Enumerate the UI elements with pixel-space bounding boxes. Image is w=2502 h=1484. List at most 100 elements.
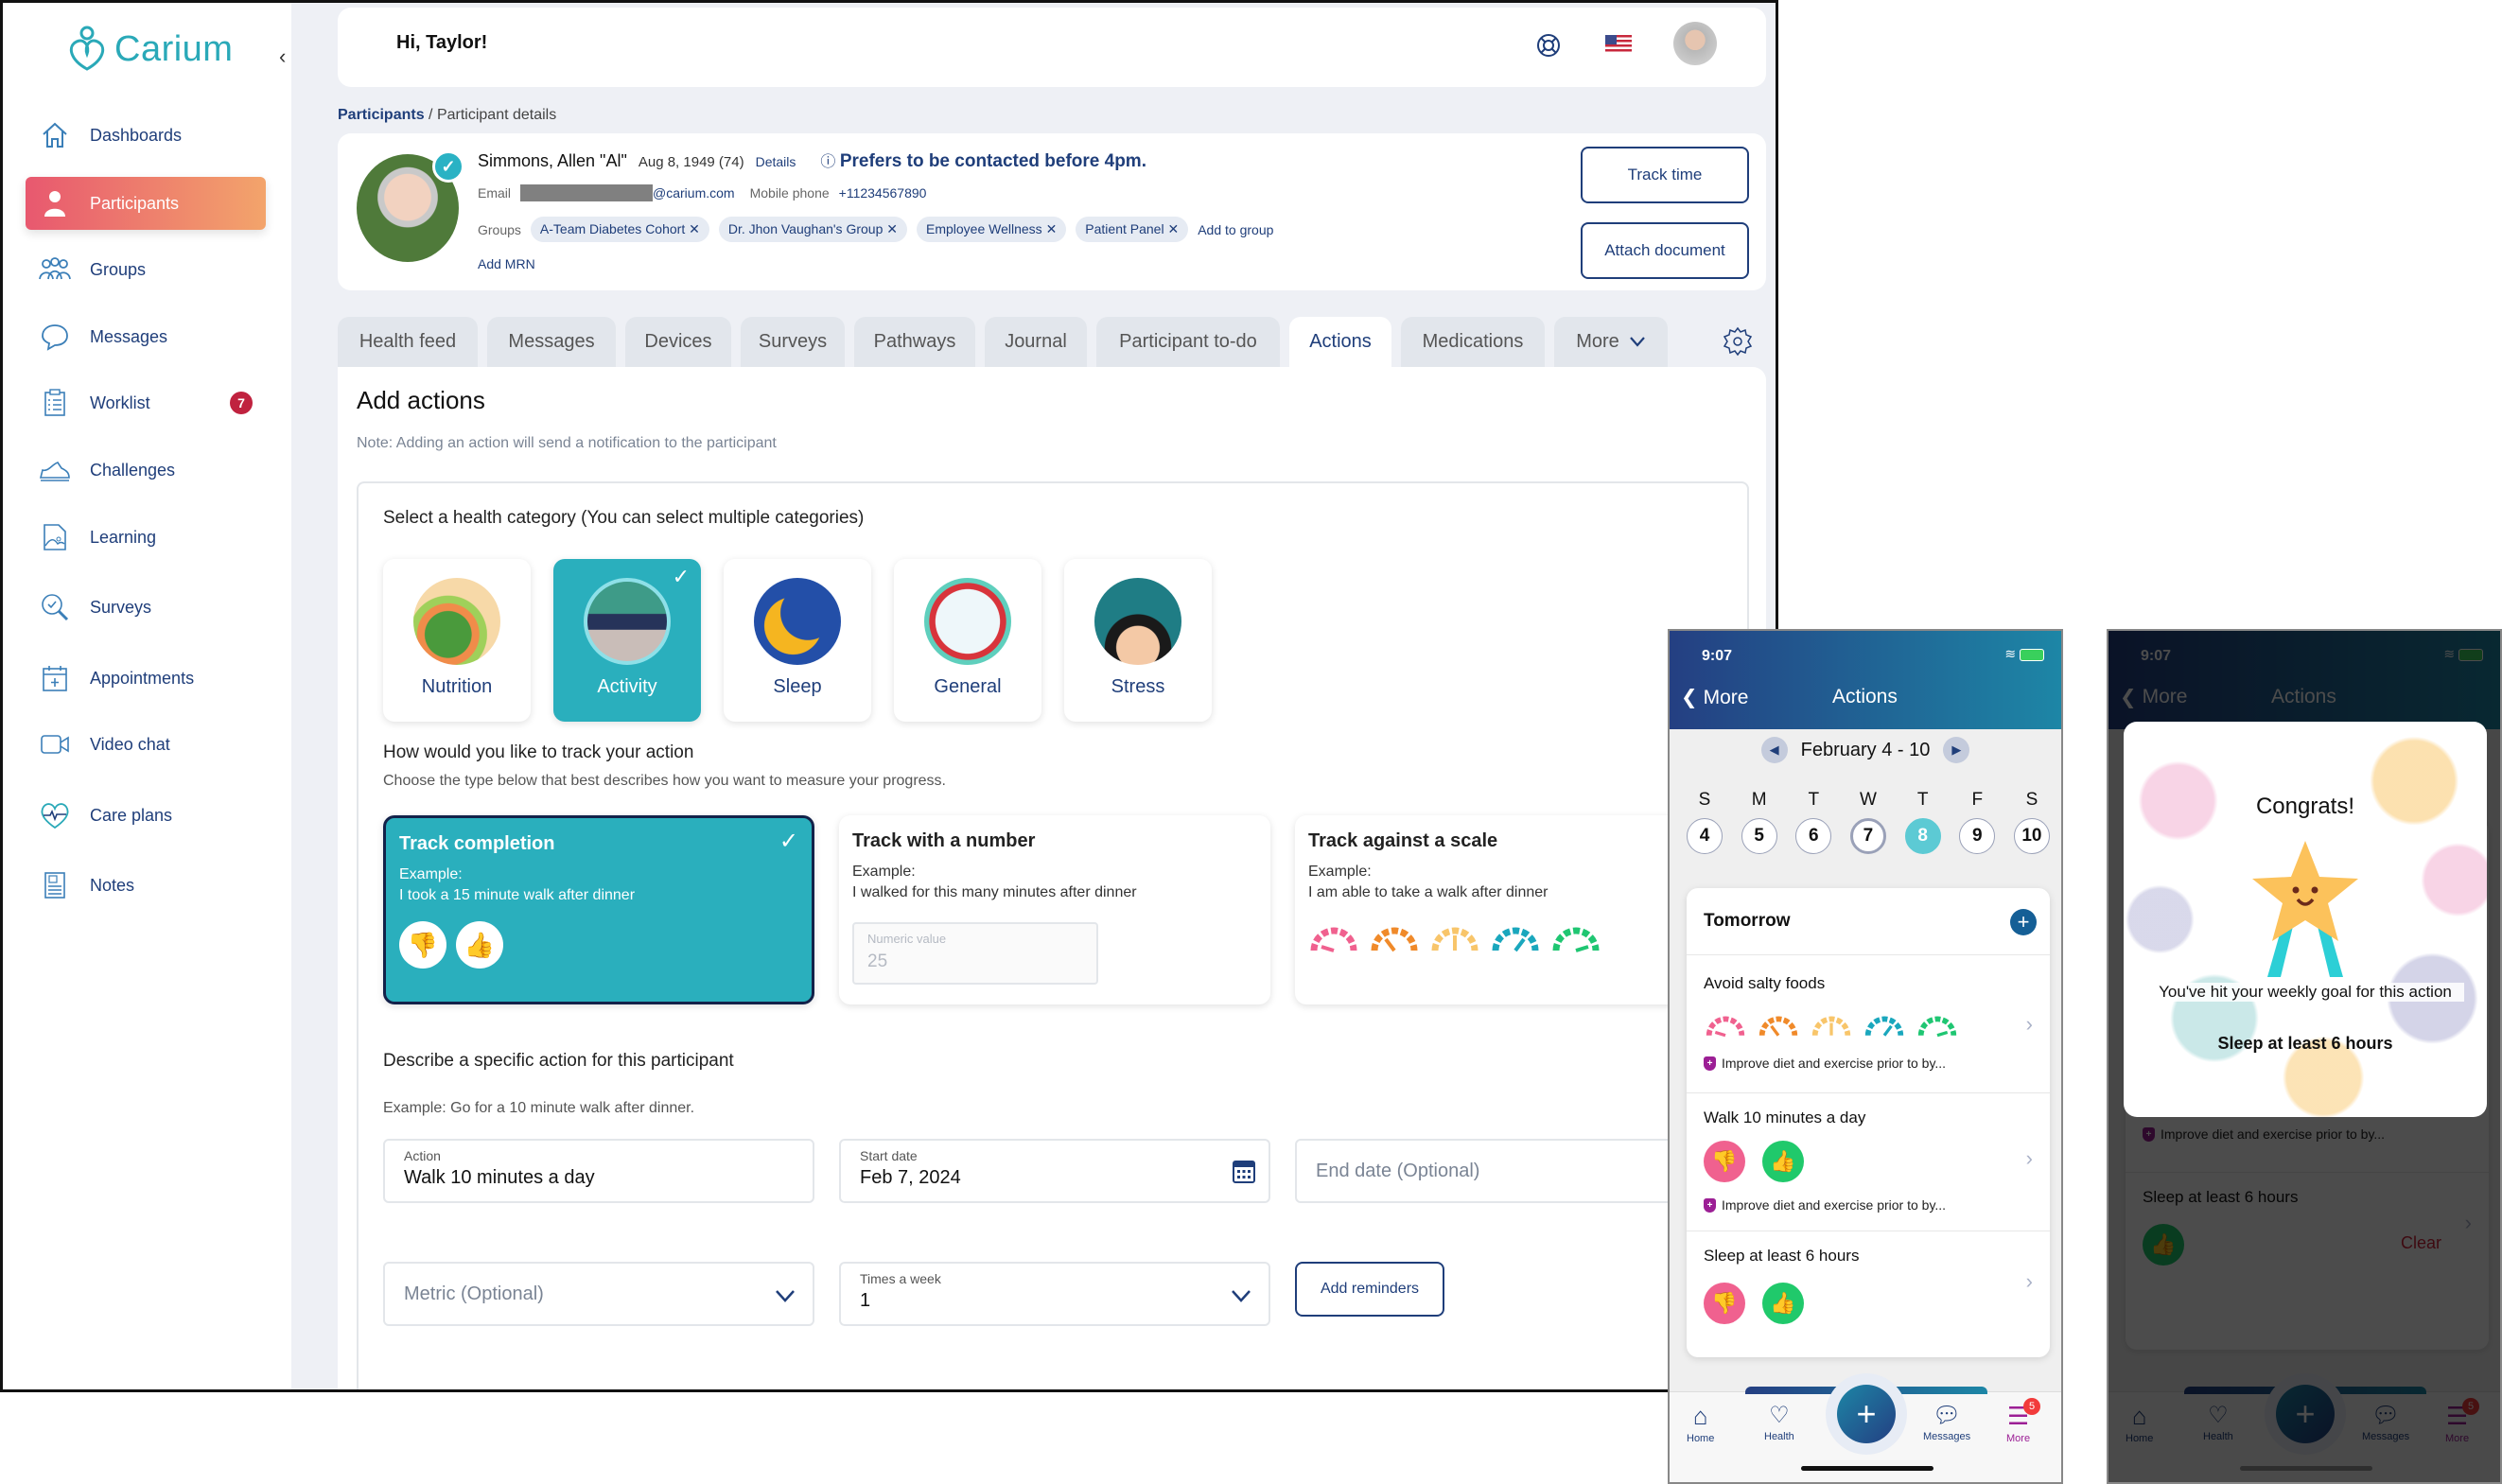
email-redacted <box>520 184 654 201</box>
add-actions-title: Add actions <box>357 386 485 414</box>
details-link[interactable]: Details <box>756 154 796 169</box>
sidebar-item-surveys[interactable]: Surveys <box>26 581 266 634</box>
carium-logo[interactable]: Carium <box>65 26 233 73</box>
tab-health[interactable]: ♡Health <box>1764 1402 1794 1442</box>
tab-more[interactable]: ☰More 5 <box>2006 1398 2040 1444</box>
chevron-down-icon <box>775 1286 796 1308</box>
thumbs-up-icon[interactable]: 👍 <box>1762 1141 1804 1182</box>
next-week-button[interactable]: ▶ <box>1943 737 1970 763</box>
tab-messages[interactable]: Messages <box>487 317 616 367</box>
category-sleep[interactable]: Sleep <box>724 559 871 722</box>
track-time-button[interactable]: Track time <box>1581 147 1749 203</box>
sidebar-item-video-chat[interactable]: Video chat <box>26 718 266 771</box>
tab-surveys[interactable]: Surveys <box>741 317 845 367</box>
note-icon <box>39 869 71 901</box>
category-label: Activity <box>597 676 657 697</box>
participant-header: Simmons, Allen "Al" Aug 8, 1949 (74) Det… <box>478 148 1146 172</box>
tab-home[interactable]: ⌂Home <box>1687 1402 1714 1444</box>
phone-label: Mobile phone <box>749 185 830 201</box>
sidebar-item-label: Video chat <box>90 734 170 754</box>
home-icon: ⌂ <box>1692 1402 1708 1430</box>
thumbs-up-icon[interactable]: 👍 <box>1762 1283 1804 1324</box>
tab-more[interactable]: More <box>1554 317 1668 367</box>
add-mrn-link[interactable]: Add MRN <box>478 256 535 271</box>
sidebar-item-worklist[interactable]: Worklist 7 <box>26 376 266 429</box>
track-number-option[interactable]: Track with a number Example: I walked fo… <box>839 815 1270 1004</box>
mobile-congrats-screen: 9:07 ≋ ❮More Actions 👍 Clear › +Improve … <box>2107 629 2502 1484</box>
sidebar-item-care-plans[interactable]: Care plans <box>26 789 266 842</box>
category-activity[interactable]: Activity ✓ <box>553 559 701 722</box>
tab-pathways[interactable]: Pathways <box>854 317 975 367</box>
remove-icon: ✕ <box>1045 221 1058 236</box>
track-heading: How would you like to track your action <box>383 742 694 762</box>
sidebar-item-messages[interactable]: Messages <box>26 310 266 363</box>
sidebar-item-dashboards[interactable]: Dashboards <box>26 109 266 162</box>
day-tuesday[interactable]: T6 <box>1795 790 1832 854</box>
us-flag-language-icon[interactable] <box>1605 35 1632 59</box>
track-completion-option[interactable]: Track completion Example: I took a 15 mi… <box>383 815 814 1004</box>
day-thursday[interactable]: T8 <box>1904 790 1941 854</box>
sidebar-item-label: Surveys <box>90 597 152 617</box>
attach-document-button[interactable]: Attach document <box>1581 222 1749 279</box>
sidebar-item-challenges[interactable]: Challenges <box>26 444 266 497</box>
sidebar-item-groups[interactable]: Groups <box>26 243 266 296</box>
remove-icon: ✕ <box>1167 221 1180 236</box>
tab-health-feed[interactable]: Health feed <box>338 317 478 367</box>
activity-illustration-icon <box>584 578 671 665</box>
tab-messages[interactable]: 💬︎Messages <box>1923 1402 1970 1442</box>
settings-gear-icon[interactable] <box>1723 326 1753 361</box>
tab-journal[interactable]: Journal <box>985 317 1087 367</box>
action-item-sleep[interactable]: Sleep at least 6 hours 👎 👍 › <box>1687 1231 2050 1340</box>
category-general[interactable]: General <box>894 559 1041 722</box>
congrats-action-name: Sleep at least 6 hours <box>2217 1034 2393 1053</box>
sidebar-item-label: Groups <box>90 259 147 279</box>
day-saturday[interactable]: S 10 <box>2013 790 2050 854</box>
user-avatar[interactable] <box>1673 22 1717 65</box>
chevron-down-icon <box>1629 331 1646 353</box>
group-chip[interactable]: Employee Wellness ✕ <box>916 217 1067 242</box>
previous-week-button[interactable]: ◀ <box>1760 737 1788 763</box>
contact-preference: ⓘ Prefers to be contacted before 4pm. <box>820 151 1146 171</box>
tab-actions[interactable]: Actions <box>1289 317 1391 367</box>
collapse-sidebar-button[interactable]: ‹ <box>279 44 302 73</box>
day-friday[interactable]: F9 <box>1959 790 1996 854</box>
screen-title: Actions <box>1832 686 1898 707</box>
example-label: Example: <box>852 864 916 880</box>
add-action-plus-icon[interactable]: + <box>2010 909 2037 935</box>
help-lifebuoy-icon[interactable] <box>1535 32 1562 63</box>
category-nutrition[interactable]: Nutrition <box>383 559 531 722</box>
day-wednesday[interactable]: W7 <box>1849 790 1886 854</box>
group-chip[interactable]: A-Team Diabetes Cohort ✕ <box>530 217 709 242</box>
thumbs-up-icon: 👍 <box>456 921 503 969</box>
add-reminders-button[interactable]: Add reminders <box>1295 1262 1444 1317</box>
day-monday[interactable]: M5 <box>1741 790 1777 854</box>
add-fab-button[interactable]: + <box>1826 1373 1907 1455</box>
add-to-group-link[interactable]: Add to group <box>1198 222 1273 237</box>
action-item-walk[interactable]: Walk 10 minutes a day 👎 👍 › + Improve die… <box>1687 1092 2050 1231</box>
times-a-week-select[interactable]: Times a week 1 <box>839 1262 1270 1326</box>
back-button[interactable]: ❮More <box>1681 686 1748 709</box>
tab-participant-to-do[interactable]: Participant to-do <box>1096 317 1280 367</box>
day-sunday[interactable]: S4 <box>1687 790 1723 854</box>
metric-select[interactable]: Metric (Optional) <box>383 1262 814 1326</box>
calendar-icon[interactable] <box>1233 1158 1255 1190</box>
action-input[interactable]: Action Walk 10 minutes a day <box>383 1139 814 1203</box>
group-chip[interactable]: Dr. Jhon Vaughan's Group ✕ <box>718 217 907 242</box>
more-badge: 5 <box>2023 1398 2040 1415</box>
tab-medications[interactable]: Medications <box>1401 317 1545 367</box>
thumbs-down-icon[interactable]: 👎 <box>1704 1283 1745 1324</box>
sidebar-item-learning[interactable]: Learning <box>26 511 266 564</box>
action-item-avoid-salty-foods[interactable]: Avoid salty foods › + Improve diet and ex… <box>1687 954 2050 1092</box>
thumbs-down-icon[interactable]: 👎 <box>1704 1141 1745 1182</box>
sidebar-item-participants[interactable]: Participants <box>26 177 266 230</box>
congrats-modal[interactable]: Congrats! You've hit your weekly goal fo… <box>2124 722 2487 1117</box>
sidebar-item-notes[interactable]: Notes <box>26 859 266 912</box>
category-stress[interactable]: Stress <box>1064 559 1212 722</box>
tab-devices[interactable]: Devices <box>625 317 731 367</box>
group-chip[interactable]: Patient Panel ✕ <box>1076 217 1189 242</box>
bottom-tab-bar: ⌂Home ♡Health + 💬︎Messages ☰More 5 <box>1670 1373 2061 1482</box>
start-date-input[interactable]: Start date Feb 7, 2024 <box>839 1139 1270 1203</box>
care-plan-goal: +Improve diet and exercise prior to by..… <box>1704 1056 1946 1071</box>
breadcrumb-participants-link[interactable]: Participants <box>338 107 425 123</box>
sidebar-item-appointments[interactable]: Appointments <box>26 652 266 705</box>
